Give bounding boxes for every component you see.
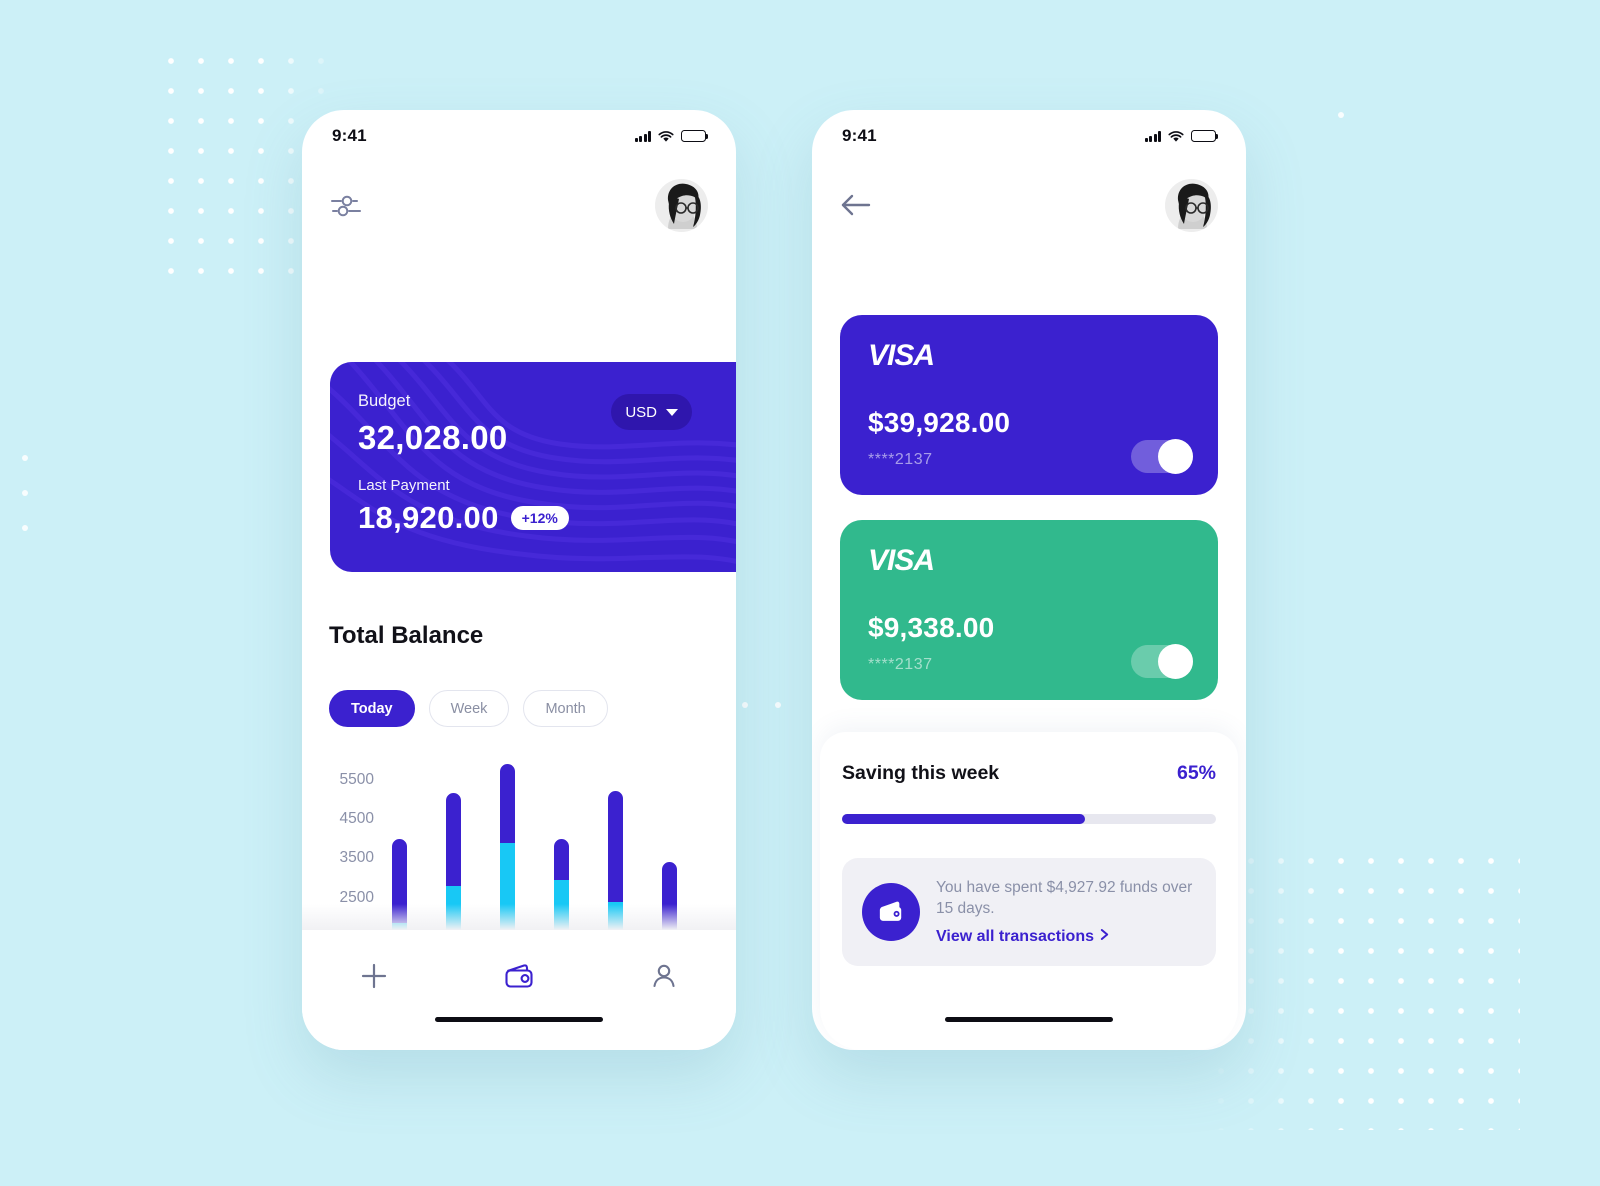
status-bar: 9:41 [812, 110, 1246, 162]
card-active-toggle[interactable] [1131, 644, 1193, 679]
card-balance: $39,928.00 [868, 407, 1011, 438]
status-icons [635, 129, 709, 143]
spending-summary-content: You have spent $4,927.92 funds over 15 d… [936, 878, 1196, 946]
phone-screen-dashboard: 9:41 USD Budget 32,028.00 Last Payment 1… [302, 110, 736, 1050]
card-active-toggle[interactable] [1131, 439, 1193, 474]
visa-logo: VISA [868, 544, 935, 577]
back-arrow-icon[interactable] [840, 192, 872, 218]
user-avatar[interactable] [655, 178, 708, 232]
settings-sliders-icon[interactable] [330, 190, 364, 220]
budget-card: USD Budget 32,028.00 Last Payment 18,920… [330, 362, 736, 572]
decorative-dot [22, 490, 28, 496]
saving-percent: 65% [1176, 762, 1216, 784]
card-last4: ****2137 [868, 451, 933, 468]
wifi-icon [658, 130, 674, 142]
home-indicator [435, 1017, 603, 1022]
add-icon[interactable] [339, 954, 409, 998]
chart-y-tick-label: 5500 [339, 770, 374, 788]
tab-week[interactable]: Week [428, 690, 510, 727]
wallet-icon[interactable] [484, 954, 554, 998]
decorative-dot-pattern-bottom-right [1200, 840, 1520, 1130]
page-title: Total Balance [329, 622, 484, 649]
chevron-right-icon [1100, 928, 1109, 946]
card-balance: $9,338.00 [868, 612, 995, 643]
chart-y-tick-label: 3500 [339, 849, 374, 867]
status-time: 9:41 [842, 126, 877, 145]
last-payment-label: Last Payment [358, 477, 450, 494]
last-payment-amount: 18,920.00 [358, 500, 499, 535]
decorative-dot [1338, 112, 1344, 118]
dashboard-top-row [302, 162, 736, 234]
wallet-icon [862, 883, 920, 941]
chart-bottom-fade [302, 904, 736, 930]
phone-screen-cards: 9:41 VISA $39,928.00 ****2137 VISA $9,33… [812, 110, 1246, 1050]
saving-progress-fill [842, 814, 1086, 824]
saving-progress-bar [842, 814, 1216, 824]
cards-top-row [812, 162, 1246, 234]
saving-panel: Saving this week 65% You have spent $4,9… [820, 732, 1238, 1050]
cellular-bars-icon [635, 131, 651, 142]
decorative-dot [742, 702, 748, 708]
profile-icon[interactable] [629, 954, 699, 998]
saving-title: Saving this week [842, 762, 1000, 784]
last-payment-row: 18,920.00 +12% [358, 500, 736, 536]
battery-icon [681, 129, 709, 143]
bottom-navigation [302, 930, 736, 1050]
spending-summary-text: You have spent $4,927.92 funds over 15 d… [936, 879, 1193, 917]
decorative-dot [775, 702, 781, 708]
visa-logo: VISA [868, 339, 935, 372]
change-badge: +12% [510, 506, 569, 530]
wifi-icon [1168, 130, 1184, 142]
credit-card-primary[interactable]: VISA $39,928.00 ****2137 [840, 315, 1218, 495]
cellular-bars-icon [1145, 131, 1161, 142]
tab-today[interactable]: Today [329, 690, 415, 727]
chevron-down-icon [666, 408, 678, 416]
view-all-transactions-link[interactable]: View all transactions [936, 928, 1196, 946]
view-all-label: View all transactions [936, 927, 1094, 945]
tab-month[interactable]: Month [523, 690, 608, 727]
user-avatar[interactable] [1165, 178, 1218, 232]
saving-header: Saving this week 65% [842, 762, 1216, 785]
currency-selector[interactable]: USD [611, 394, 692, 430]
card-last4: ****2137 [868, 656, 933, 673]
decorative-dot [22, 455, 28, 461]
battery-icon [1191, 129, 1219, 143]
currency-label: USD [625, 403, 657, 421]
chart-y-tick-label: 4500 [339, 810, 374, 827]
status-time: 9:41 [332, 126, 367, 145]
status-icons [1145, 129, 1219, 143]
range-filter-tabs: Today Week Month [329, 690, 608, 727]
status-bar: 9:41 [302, 110, 736, 162]
decorative-dot [22, 525, 28, 531]
home-indicator [945, 1017, 1113, 1022]
credit-card-secondary[interactable]: VISA $9,338.00 ****2137 [840, 520, 1218, 700]
spending-summary-box: You have spent $4,927.92 funds over 15 d… [842, 858, 1216, 966]
